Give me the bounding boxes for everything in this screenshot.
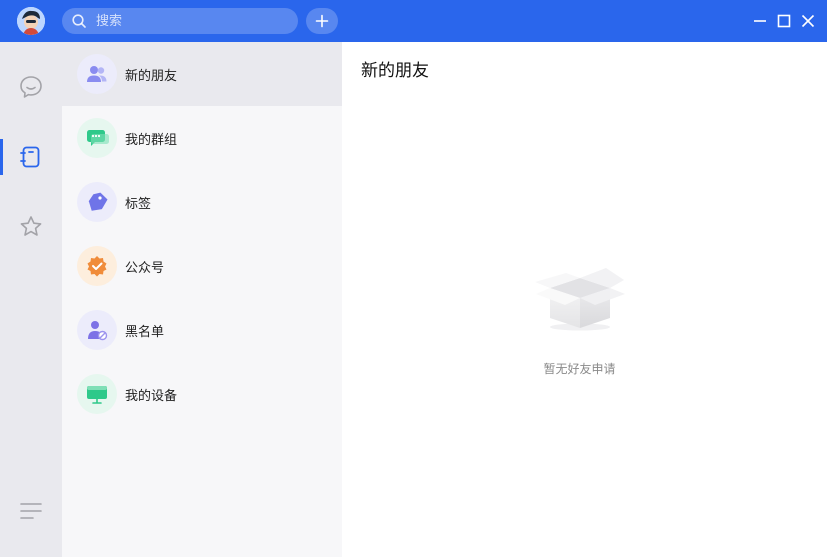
add-button[interactable] <box>306 8 338 34</box>
tag-icon <box>77 182 117 222</box>
device-icon <box>77 374 117 414</box>
avatar-image <box>17 7 45 35</box>
empty-state-text: 暂无好友申请 <box>543 362 616 376</box>
contact-item-label: 公众号 <box>125 260 165 276</box>
contact-item-label: 我的群组 <box>125 132 178 148</box>
search-input[interactable] <box>96 8 286 34</box>
contact-item-devices[interactable]: 我的设备 <box>62 362 342 426</box>
close-icon <box>801 14 815 28</box>
menu-lines-icon <box>20 503 42 519</box>
contact-item-tags[interactable]: 标签 <box>62 170 342 234</box>
nav-contacts[interactable] <box>18 144 44 170</box>
nav-active-indicator <box>0 139 3 175</box>
contact-item-new-friends[interactable]: 新的朋友 <box>62 42 342 106</box>
maximize-icon <box>777 14 791 28</box>
contact-item-label: 我的设备 <box>125 388 178 404</box>
chat-bubble-icon <box>20 76 42 98</box>
contact-item-official-accounts[interactable]: 公众号 <box>62 234 342 298</box>
close-button[interactable] <box>800 13 816 29</box>
group-chat-icon <box>77 118 117 158</box>
minimize-icon <box>754 20 766 22</box>
search-box[interactable] <box>62 8 298 34</box>
maximize-button[interactable] <box>776 13 792 29</box>
contacts-book-icon <box>20 146 40 168</box>
nav-menu[interactable] <box>18 498 44 524</box>
contact-item-label: 标签 <box>125 196 152 212</box>
main-content: 新的朋友 暂无好友申请 <box>342 42 827 557</box>
star-icon <box>20 216 42 236</box>
nav-sidebar <box>0 42 62 557</box>
minimize-button[interactable] <box>752 13 768 29</box>
contacts-panel: 新的朋友 我的群组 标签 公众号 黑名单 我的设备 <box>62 42 342 557</box>
search-icon <box>72 14 86 28</box>
plus-icon <box>315 14 329 28</box>
contact-item-label: 黑名单 <box>125 324 165 340</box>
contact-item-blacklist[interactable]: 黑名单 <box>62 298 342 362</box>
contact-item-label: 新的朋友 <box>125 68 178 84</box>
nav-favorites[interactable] <box>18 214 44 240</box>
nav-chats[interactable] <box>18 74 44 100</box>
new-friends-icon <box>77 54 117 94</box>
official-account-icon <box>77 246 117 286</box>
user-avatar[interactable] <box>17 7 45 35</box>
blacklist-icon <box>77 310 117 350</box>
contact-item-groups[interactable]: 我的群组 <box>62 106 342 170</box>
empty-box-icon <box>535 268 625 331</box>
page-title: 新的朋友 <box>361 61 429 81</box>
title-bar <box>0 0 827 42</box>
